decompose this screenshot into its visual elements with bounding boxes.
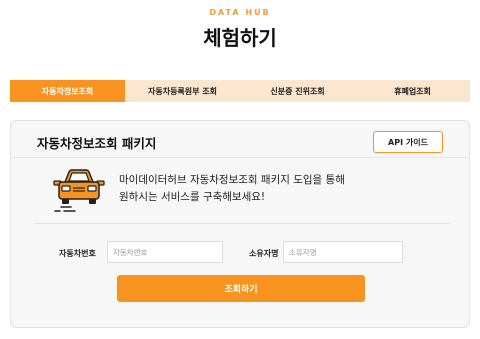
eyebrow-label: DATA HUB	[209, 8, 271, 17]
form-divider	[35, 223, 449, 224]
card-divider	[11, 157, 469, 158]
tab-car-info[interactable]: 자동차정보조회	[10, 80, 125, 102]
tab-car-registration[interactable]: 자동차등록원부 조회	[125, 80, 240, 102]
description-line-2: 원하시는 서비스를 구축해보세요!	[119, 191, 266, 203]
page-title: 체험하기	[203, 26, 277, 50]
car-number-input[interactable]	[107, 241, 223, 263]
car-icon	[53, 169, 105, 212]
tab-id-verification[interactable]: 신분증 진위조회	[240, 80, 355, 102]
owner-name-label: 소유자명	[249, 249, 279, 258]
owner-name-input[interactable]	[283, 241, 403, 263]
api-guide-button[interactable]: API 가이드	[373, 131, 443, 153]
card-title: 자동차정보조회 패키지	[37, 136, 157, 151]
description-line-1: 마이데이터허브 자동차정보조회 패키지 도입을 통해	[119, 174, 345, 186]
search-submit-button[interactable]: 조회하기	[117, 275, 365, 302]
package-card: 자동차정보조회 패키지 API 가이드 마이데이터허브 자동차정보조회 패키지 …	[10, 120, 470, 328]
package-description: 마이데이터허브 자동차정보조회 패키지 도입을 통해 원하시는 서비스를 구축해…	[119, 172, 449, 206]
tab-bar: 자동차정보조회 자동차등록원부 조회 신분증 진위조회 휴폐업조회	[10, 80, 470, 102]
tab-business-closure[interactable]: 휴폐업조회	[355, 80, 470, 102]
car-number-label: 자동차번호	[59, 249, 96, 258]
